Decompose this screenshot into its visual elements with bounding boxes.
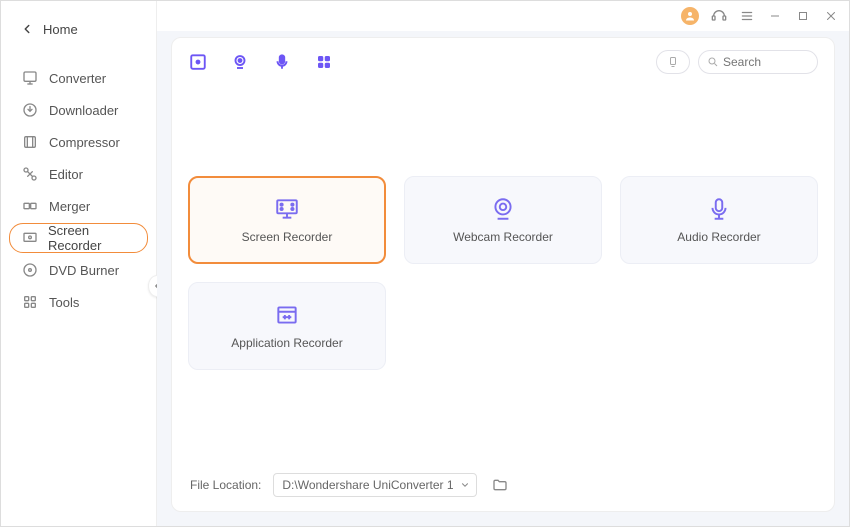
card-webcam-recorder[interactable]: Webcam Recorder <box>404 176 602 264</box>
converter-icon <box>19 67 41 89</box>
sidebar-item-label: Downloader <box>49 103 118 118</box>
sidebar: Home Converter Downloader Compressor Edi… <box>1 1 157 526</box>
footer: File Location: D:\Wondershare UniConvert… <box>172 459 834 511</box>
minimize-button[interactable] <box>767 8 783 24</box>
compressor-icon <box>19 131 41 153</box>
record-screen-tool-icon[interactable] <box>188 52 208 72</box>
sidebar-items: Converter Downloader Compressor Editor M… <box>1 57 156 323</box>
sidebar-item-merger[interactable]: Merger <box>9 191 148 221</box>
titlebar <box>157 1 849 31</box>
user-avatar-button[interactable] <box>681 7 699 25</box>
back-icon[interactable] <box>19 21 35 37</box>
recorder-grid: Screen Recorder Webcam Recorder Audio Re… <box>172 86 834 370</box>
content-panel: Screen Recorder Webcam Recorder Audio Re… <box>171 37 835 512</box>
dvd-burner-icon <box>19 259 41 281</box>
file-location-value: D:\Wondershare UniConverter 1 <box>282 478 453 492</box>
search-icon <box>707 56 719 68</box>
spacer <box>172 370 834 459</box>
application-card-icon <box>274 302 300 328</box>
downloader-icon <box>19 99 41 121</box>
card-label: Audio Recorder <box>677 230 760 244</box>
sidebar-item-downloader[interactable]: Downloader <box>9 95 148 125</box>
sidebar-item-label: Screen Recorder <box>48 223 137 253</box>
webcam-tool-icon[interactable] <box>230 52 250 72</box>
toolbar <box>172 38 834 86</box>
search-input[interactable] <box>723 55 850 69</box>
sidebar-item-label: Editor <box>49 167 83 182</box>
editor-icon <box>19 163 41 185</box>
sidebar-item-converter[interactable]: Converter <box>9 63 148 93</box>
merger-icon <box>19 195 41 217</box>
webcam-card-icon <box>490 196 516 222</box>
open-folder-button[interactable] <box>489 474 511 496</box>
sidebar-item-label: Converter <box>49 71 106 86</box>
card-label: Webcam Recorder <box>453 230 553 244</box>
main: Screen Recorder Webcam Recorder Audio Re… <box>157 1 849 526</box>
tools-icon <box>19 291 41 313</box>
card-audio-recorder[interactable]: Audio Recorder <box>620 176 818 264</box>
audio-card-icon <box>706 196 732 222</box>
screen-recorder-icon <box>20 227 40 249</box>
toolbar-left <box>188 52 334 72</box>
file-location-select[interactable]: D:\Wondershare UniConverter 1 <box>273 473 476 497</box>
support-icon[interactable] <box>711 8 727 24</box>
import-pill-button[interactable] <box>656 50 690 74</box>
card-label: Application Recorder <box>231 336 342 350</box>
screen-recorder-card-icon <box>274 196 300 222</box>
sidebar-item-editor[interactable]: Editor <box>9 159 148 189</box>
sidebar-item-label: Tools <box>49 295 79 310</box>
maximize-button[interactable] <box>795 8 811 24</box>
sidebar-item-label: Compressor <box>49 135 120 150</box>
toolbar-right <box>656 50 818 74</box>
menu-icon[interactable] <box>739 8 755 24</box>
sidebar-header: Home <box>1 1 156 57</box>
audio-tool-icon[interactable] <box>272 52 292 72</box>
card-label: Screen Recorder <box>242 230 333 244</box>
card-application-recorder[interactable]: Application Recorder <box>188 282 386 370</box>
apps-tool-icon[interactable] <box>314 52 334 72</box>
app-window: Home Converter Downloader Compressor Edi… <box>0 0 850 527</box>
sidebar-title: Home <box>43 22 78 37</box>
file-location-label: File Location: <box>190 478 261 492</box>
sidebar-item-label: DVD Burner <box>49 263 119 278</box>
sidebar-item-dvd-burner[interactable]: DVD Burner <box>9 255 148 285</box>
sidebar-item-label: Merger <box>49 199 90 214</box>
chevron-down-icon <box>460 480 470 490</box>
sidebar-item-screen-recorder[interactable]: Screen Recorder <box>9 223 148 253</box>
card-screen-recorder[interactable]: Screen Recorder <box>188 176 386 264</box>
close-button[interactable] <box>823 8 839 24</box>
search-field[interactable] <box>698 50 818 74</box>
sidebar-item-tools[interactable]: Tools <box>9 287 148 317</box>
sidebar-item-compressor[interactable]: Compressor <box>9 127 148 157</box>
